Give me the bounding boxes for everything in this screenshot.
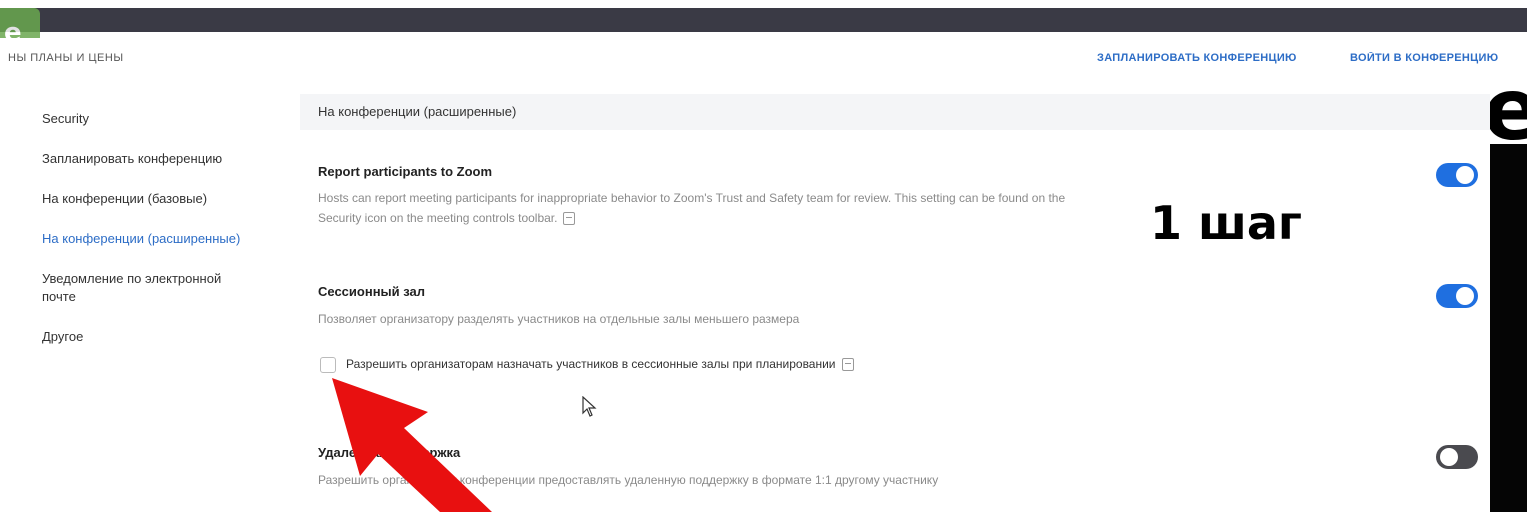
section-title: На конференции (расширенные) <box>318 104 517 119</box>
settings-sidebar: Security Запланировать конференцию На ко… <box>42 110 292 368</box>
mouse-cursor-icon <box>582 396 597 417</box>
sidebar-item-email-notifications[interactable]: Уведомление по электронной почте <box>42 270 257 306</box>
sidebar-item-security[interactable]: Security <box>42 110 292 128</box>
browser-top-bar <box>0 8 1527 32</box>
sidebar-item-other[interactable]: Другое <box>42 328 292 346</box>
plans-and-pricing-link[interactable]: НЫ ПЛАНЫ И ЦЕНЫ <box>8 52 124 64</box>
setting-description-breakout-rooms: Позволяет организатору разделять участни… <box>318 312 800 326</box>
section-header: На конференции (расширенные) <box>300 94 1490 130</box>
setting-title-breakout-rooms: Сессионный зал <box>318 284 426 299</box>
top-navigation <box>0 38 1527 78</box>
info-icon[interactable] <box>563 212 576 226</box>
toggle-breakout-rooms[interactable] <box>1436 284 1478 308</box>
setting-title-report-participants: Report participants to Zoom <box>318 164 493 179</box>
toggle-knob <box>1456 166 1474 184</box>
sidebar-item-schedule-meeting[interactable]: Запланировать конференцию <box>42 150 292 168</box>
toggle-remote-support[interactable] <box>1436 445 1478 469</box>
toggle-knob <box>1456 287 1474 305</box>
schedule-meeting-link[interactable]: ЗАПЛАНИРОВАТЬ КОНФЕРЕНЦИЮ <box>1097 52 1297 64</box>
join-meeting-link[interactable]: ВОЙТИ В КОНФЕРЕНЦИЮ <box>1350 52 1500 64</box>
setting-description-report-participants: Hosts can report meeting participants fo… <box>318 191 1066 226</box>
info-icon[interactable] <box>841 358 854 372</box>
sidebar-item-in-meeting-advanced[interactable]: На конференции (расширенные) <box>42 230 292 248</box>
sidebar-item-in-meeting-basic[interactable]: На конференции (базовые) <box>42 190 292 208</box>
red-arrow-annotation <box>332 378 492 512</box>
step-label: 1 шаг <box>1150 196 1302 250</box>
toggle-knob <box>1440 448 1458 466</box>
toggle-report-participants[interactable] <box>1436 163 1478 187</box>
